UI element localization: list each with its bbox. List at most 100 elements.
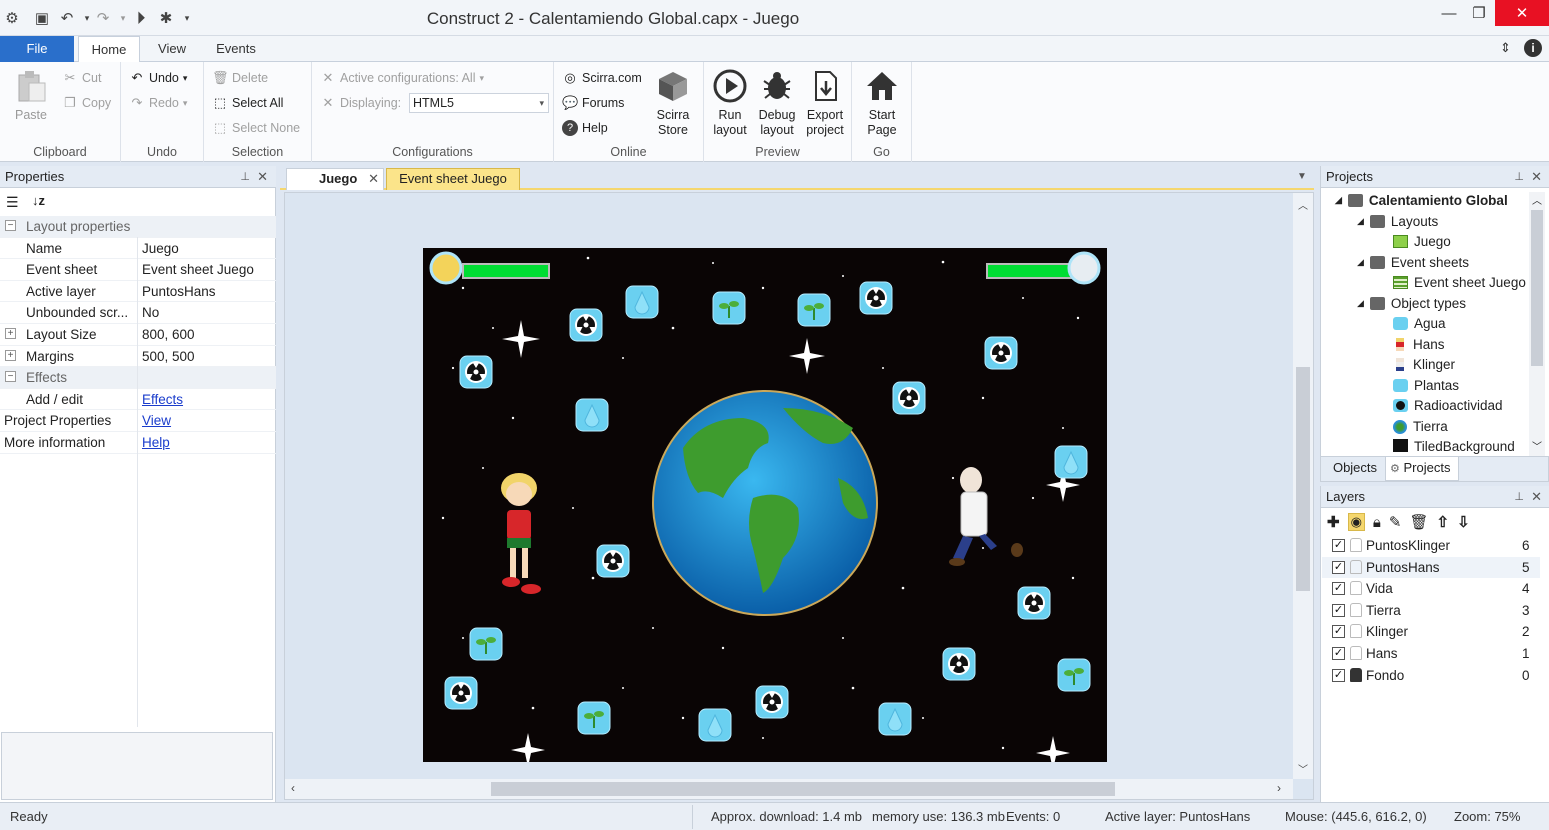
prop-row-more-information[interactable]: More information Help bbox=[0, 432, 276, 454]
collapse-icon[interactable]: − bbox=[5, 220, 16, 231]
layer-row[interactable]: ✓ Fondo 0 bbox=[1322, 665, 1540, 687]
copy-button[interactable]: ❐ Copy bbox=[62, 95, 111, 111]
tree-object-agua[interactable]: Agua bbox=[1393, 316, 1446, 331]
tab-home[interactable]: Home bbox=[78, 36, 140, 63]
tree-object-types[interactable]: ◢ Object types bbox=[1357, 296, 1466, 311]
visible-checkbox[interactable]: ✓ bbox=[1332, 582, 1345, 596]
pin-icon[interactable]: ⊥ bbox=[1514, 166, 1524, 188]
prop-row-name[interactable]: Name Juego bbox=[0, 238, 276, 260]
tree-root[interactable]: ◢ Calentamiento Global bbox=[1335, 193, 1508, 208]
scroll-up-icon[interactable]: ︿ bbox=[1532, 192, 1542, 207]
scroll-down-icon[interactable]: ﹀ bbox=[1532, 438, 1542, 453]
collapse-icon[interactable]: ◢ bbox=[1357, 216, 1364, 227]
delete-layer-icon[interactable]: 🗑︎ bbox=[1409, 513, 1428, 531]
pin-icon[interactable]: ⊥ bbox=[1514, 486, 1524, 508]
unlocked-icon[interactable] bbox=[1350, 581, 1362, 596]
scroll-down-icon[interactable]: ﹀ bbox=[1298, 761, 1308, 776]
run-layout-button[interactable]: Run layout bbox=[707, 68, 753, 138]
layer-row[interactable]: ✓ Tierra 3 bbox=[1322, 600, 1540, 622]
collapse-icon[interactable]: − bbox=[5, 371, 16, 383]
prop-value[interactable]: 800, 600 bbox=[142, 324, 195, 345]
categorized-icon[interactable]: ☰ bbox=[6, 194, 19, 211]
prop-row-project-properties[interactable]: Project Properties View bbox=[0, 410, 276, 432]
visible-checkbox[interactable]: ✓ bbox=[1332, 647, 1345, 660]
tree-object-plantas[interactable]: Plantas bbox=[1393, 378, 1459, 393]
visible-checkbox[interactable]: ✓ bbox=[1332, 668, 1345, 682]
tab-juego[interactable]: Juego ✕ bbox=[286, 168, 384, 190]
visible-checkbox[interactable]: ✓ bbox=[1332, 560, 1345, 574]
tab-objects[interactable]: Objects bbox=[1325, 457, 1385, 481]
unlocked-icon[interactable] bbox=[1350, 538, 1362, 552]
tree-object-hans[interactable]: Hans bbox=[1393, 337, 1445, 352]
close-icon[interactable]: ✕ bbox=[257, 166, 268, 188]
sort-az-icon[interactable]: ↓z bbox=[32, 193, 45, 208]
prop-value[interactable]: 500, 500 bbox=[142, 346, 195, 367]
displaying-select[interactable]: HTML5 ▾ bbox=[409, 93, 549, 113]
help-link[interactable]: ? Help bbox=[562, 120, 608, 136]
close-icon[interactable]: ✕ bbox=[1531, 486, 1542, 508]
vertical-scroll-thumb[interactable] bbox=[1296, 367, 1310, 591]
projects-scrollbar[interactable]: ︿ ﹀ bbox=[1529, 192, 1545, 456]
vertical-scrollbar[interactable]: ︿ ﹀ bbox=[1293, 193, 1313, 779]
unlocked-icon[interactable] bbox=[1350, 559, 1362, 574]
tab-file[interactable]: File bbox=[0, 36, 74, 62]
locked-icon[interactable] bbox=[1350, 667, 1362, 682]
tree-layouts[interactable]: ◢ Layouts bbox=[1357, 214, 1438, 229]
layer-row[interactable]: ✓ Klinger 2 bbox=[1322, 621, 1540, 643]
tree-object-radioactividad[interactable]: Radioactividad bbox=[1393, 398, 1503, 413]
tree-event-sheet-juego[interactable]: Event sheet Juego bbox=[1393, 275, 1526, 290]
effects-link[interactable]: Effects bbox=[142, 389, 183, 410]
tree-event-sheets[interactable]: ◢ Event sheets bbox=[1357, 255, 1469, 270]
add-layer-icon[interactable]: ✚ bbox=[1327, 513, 1340, 531]
effects-section[interactable]: − Effects bbox=[0, 367, 276, 389]
horizontal-scrollbar[interactable]: ‹ › bbox=[285, 779, 1293, 799]
move-up-icon[interactable]: ⇧ bbox=[1437, 513, 1450, 531]
forums-link[interactable]: 💬 Forums bbox=[562, 95, 624, 111]
close-button[interactable]: ✕ bbox=[1495, 0, 1549, 26]
game-scene[interactable] bbox=[423, 248, 1107, 762]
layer-row[interactable]: ✓ Hans 1 bbox=[1322, 643, 1540, 665]
tree-layout-juego[interactable]: Juego bbox=[1393, 234, 1451, 249]
collapse-icon[interactable]: ◢ bbox=[1357, 298, 1364, 309]
undo-button[interactable]: ↶ Undo ▾ bbox=[129, 70, 188, 86]
move-down-icon[interactable]: ⇩ bbox=[1457, 513, 1470, 531]
layer-row[interactable]: ✓ PuntosKlinger 6 bbox=[1322, 535, 1540, 557]
tab-events[interactable]: Events bbox=[206, 36, 266, 62]
help-link[interactable]: Help bbox=[142, 432, 170, 453]
projects-scroll-thumb[interactable] bbox=[1531, 210, 1543, 366]
collapse-icon[interactable]: ◢ bbox=[1357, 257, 1364, 268]
tree-object-klinger[interactable]: Klinger bbox=[1393, 357, 1455, 372]
scirra-link[interactable]: ◎ Scirra.com bbox=[562, 70, 641, 86]
tab-view[interactable]: View bbox=[148, 36, 196, 62]
prop-row-add-edit[interactable]: Add / edit Effects bbox=[0, 389, 276, 411]
prop-value[interactable]: Event sheet Juego bbox=[142, 259, 254, 280]
unlocked-icon[interactable] bbox=[1350, 624, 1362, 639]
horizontal-scroll-thumb[interactable] bbox=[491, 782, 1115, 796]
layer-row-selected[interactable]: ✓ PuntosHans 5 bbox=[1322, 556, 1540, 579]
scroll-up-icon[interactable]: ︿ bbox=[1298, 197, 1308, 212]
paste-button[interactable]: Paste bbox=[8, 68, 54, 123]
prop-row-layout-size[interactable]: + Layout Size 800, 600 bbox=[0, 324, 276, 346]
prop-row-margins[interactable]: + Margins 500, 500 bbox=[0, 346, 276, 368]
edit-icon[interactable]: ✎ bbox=[1389, 513, 1402, 531]
prop-value[interactable]: Juego bbox=[142, 238, 179, 259]
scirra-store-button[interactable]: Scirra Store bbox=[650, 68, 696, 138]
visible-checkbox[interactable]: ✓ bbox=[1332, 539, 1345, 552]
active-configurations-dropdown[interactable]: ✕ Active configurations: All ▾ bbox=[320, 70, 484, 86]
redo-button[interactable]: ↷ Redo ▾ bbox=[129, 95, 188, 111]
tab-event-sheet-juego[interactable]: Event sheet Juego bbox=[386, 168, 520, 190]
close-tab-icon[interactable]: ✕ bbox=[368, 169, 379, 189]
delete-button[interactable]: 🗑 Delete bbox=[212, 70, 268, 86]
expand-icon[interactable]: + bbox=[5, 328, 16, 339]
cut-button[interactable]: ✂ Cut bbox=[62, 70, 102, 86]
unlocked-icon[interactable] bbox=[1350, 646, 1362, 660]
view-link[interactable]: View bbox=[142, 410, 171, 431]
layout-properties-section[interactable]: − Layout properties bbox=[0, 216, 276, 238]
prop-value[interactable]: PuntosHans bbox=[142, 281, 216, 302]
collapse-icon[interactable]: ◢ bbox=[1335, 195, 1342, 206]
ribbon-minimize-icon[interactable]: ⇕ bbox=[1500, 40, 1511, 56]
select-all-button[interactable]: ⬚ Select All bbox=[212, 95, 284, 111]
tab-projects[interactable]: ⚙ Projects bbox=[1385, 457, 1459, 481]
debug-layout-button[interactable]: Debug layout bbox=[754, 68, 800, 138]
eye-icon[interactable]: ◉ bbox=[1347, 513, 1365, 531]
